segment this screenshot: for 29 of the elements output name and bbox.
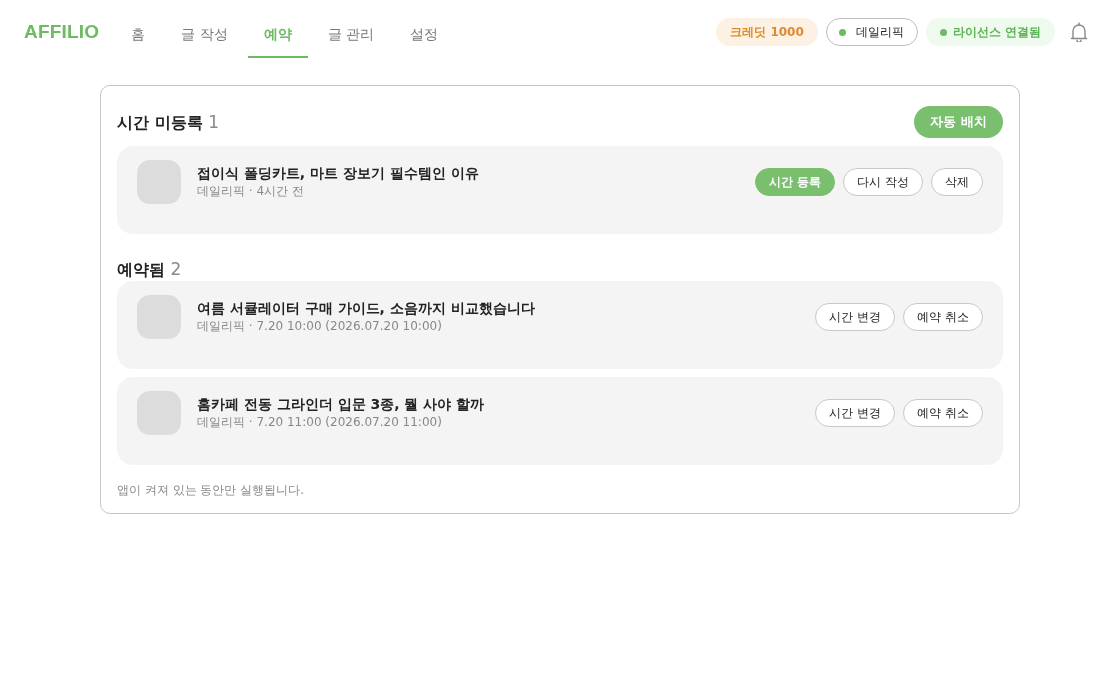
credit-badge: 크레딧 1000 bbox=[716, 18, 818, 46]
status-dot-icon bbox=[939, 28, 947, 36]
status-dot-icon bbox=[838, 28, 846, 36]
post-title: 접이식 폴딩카트, 마트 장보기 필수템인 이유 bbox=[197, 164, 480, 183]
action-button[interactable]: 다시 작성 bbox=[843, 168, 923, 196]
license-status-badge: 라이선스 연결됨 bbox=[925, 18, 1055, 46]
action-button[interactable]: 예약 취소 bbox=[903, 399, 983, 427]
action-button[interactable]: 삭제 bbox=[931, 168, 983, 196]
action-button[interactable]: 예약 취소 bbox=[903, 303, 983, 331]
account-selector[interactable]: 데일리픽 bbox=[825, 18, 918, 46]
post-meta: 데일리픽 · 7.20 10:00 (2026.07.20 10:00) bbox=[197, 318, 443, 334]
nav-tab[interactable]: 글 작성 bbox=[165, 10, 244, 58]
post-meta: 데일리픽 · 7.20 11:00 (2026.07.20 11:00) bbox=[197, 414, 443, 430]
nav-tab[interactable]: 글 관리 bbox=[311, 10, 391, 58]
post-title: 홈카페 전동 그라인더 입문 3종, 뭘 사야 할까 bbox=[197, 395, 486, 414]
action-button[interactable]: 시간 변경 bbox=[815, 399, 896, 427]
section-heading: 예약됨 2 bbox=[117, 258, 182, 281]
thumbnail-placeholder bbox=[137, 295, 181, 339]
section-heading: 시간 미등록 1 bbox=[117, 110, 219, 134]
nav-tab[interactable]: 설정 bbox=[394, 10, 455, 58]
post-title: 여름 서큘레이터 구매 가이드, 소음까지 비교했습니다 bbox=[197, 299, 536, 318]
action-button[interactable]: 시간 변경 bbox=[815, 303, 896, 331]
thumbnail-placeholder bbox=[137, 160, 181, 204]
thumbnail-placeholder bbox=[137, 391, 181, 435]
app-logo: AFFILIO bbox=[24, 19, 100, 44]
footer-note: 앱이 켜져 있는 동안만 실행됩니다. bbox=[117, 482, 306, 499]
post-meta: 데일리픽 · 4시간 전 bbox=[197, 183, 305, 199]
nav-tab[interactable]: 홈 bbox=[115, 10, 162, 58]
notification-bell-icon[interactable] bbox=[1070, 22, 1088, 42]
